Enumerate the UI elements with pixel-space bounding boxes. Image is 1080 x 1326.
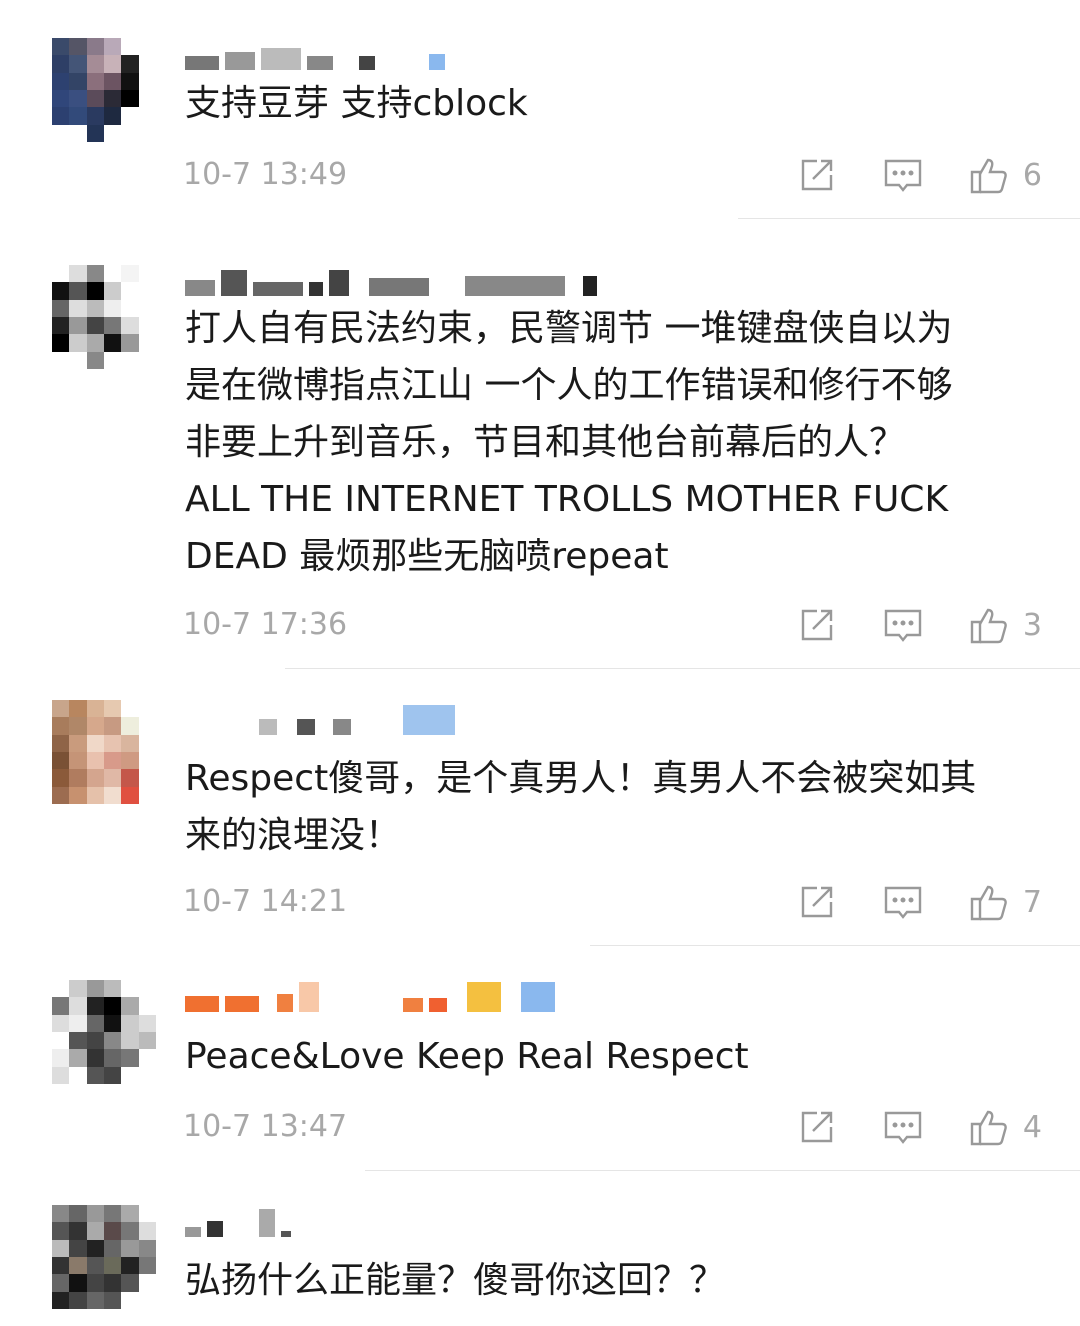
username-redacted[interactable] xyxy=(185,1207,291,1237)
like-count: 6 xyxy=(1022,157,1042,193)
like-count: 7 xyxy=(1022,884,1042,920)
divider xyxy=(365,1170,1080,1171)
divider xyxy=(590,945,1080,946)
repost-button[interactable] xyxy=(797,882,837,922)
avatar[interactable] xyxy=(52,265,156,369)
action-bar: 6 xyxy=(751,155,1042,195)
like-button[interactable]: 4 xyxy=(969,1107,1042,1147)
thumbs-up-icon xyxy=(970,885,1007,921)
reply-button[interactable] xyxy=(883,1107,923,1147)
action-bar: 4 xyxy=(751,1107,1042,1147)
username-redacted[interactable] xyxy=(185,40,445,70)
action-bar: 7 xyxy=(751,882,1042,922)
username-redacted[interactable] xyxy=(185,266,597,296)
divider xyxy=(285,668,1080,669)
repost-button[interactable] xyxy=(797,155,837,195)
repost-button[interactable] xyxy=(797,605,837,645)
reply-icon xyxy=(884,159,922,192)
like-button[interactable]: 6 xyxy=(969,155,1042,195)
thumbs-up-icon xyxy=(970,158,1007,194)
reply-icon xyxy=(884,609,922,642)
comment-text: Peace&Love Keep Real Respect xyxy=(185,1036,749,1077)
reply-icon xyxy=(884,886,922,919)
avatar[interactable] xyxy=(52,980,156,1084)
action-bar: 3 xyxy=(751,605,1042,645)
thumbs-up-icon xyxy=(970,608,1007,644)
reply-button[interactable] xyxy=(883,155,923,195)
repost-icon xyxy=(801,159,833,191)
repost-icon xyxy=(801,1111,833,1143)
comment-text: 打人自有民法约束，民警调节 一堆键盘侠自以为 是在微博指点江山 一个人的工作错误… xyxy=(185,308,953,577)
reply-button[interactable] xyxy=(883,882,923,922)
avatar[interactable] xyxy=(52,38,156,142)
like-button[interactable]: 7 xyxy=(969,882,1042,922)
repost-icon xyxy=(801,886,833,918)
username-redacted[interactable] xyxy=(185,982,555,1012)
repost-button[interactable] xyxy=(797,1107,837,1147)
like-button[interactable]: 3 xyxy=(969,605,1042,645)
comment-text: 支持豆芽 支持cblock xyxy=(185,83,528,124)
thumbs-up-icon xyxy=(970,1110,1007,1146)
timestamp: 10-7 14:21 xyxy=(183,884,348,919)
avatar[interactable] xyxy=(52,1205,156,1309)
like-count: 3 xyxy=(1022,607,1042,643)
reply-icon xyxy=(884,1111,922,1144)
comment-text: Respect傻哥，是个真男人！真男人不会被突如其 来的浪埋没！ xyxy=(185,758,977,856)
timestamp: 10-7 13:47 xyxy=(183,1109,348,1144)
username-redacted[interactable] xyxy=(185,705,455,735)
timestamp: 10-7 13:49 xyxy=(183,157,348,192)
timestamp: 10-7 17:36 xyxy=(183,607,348,642)
like-count: 4 xyxy=(1022,1109,1042,1145)
divider xyxy=(738,218,1080,219)
comment-text: 弘扬什么正能量？傻哥你这回？？ xyxy=(185,1260,726,1301)
avatar[interactable] xyxy=(52,700,156,804)
reply-button[interactable] xyxy=(883,605,923,645)
repost-icon xyxy=(801,609,833,641)
